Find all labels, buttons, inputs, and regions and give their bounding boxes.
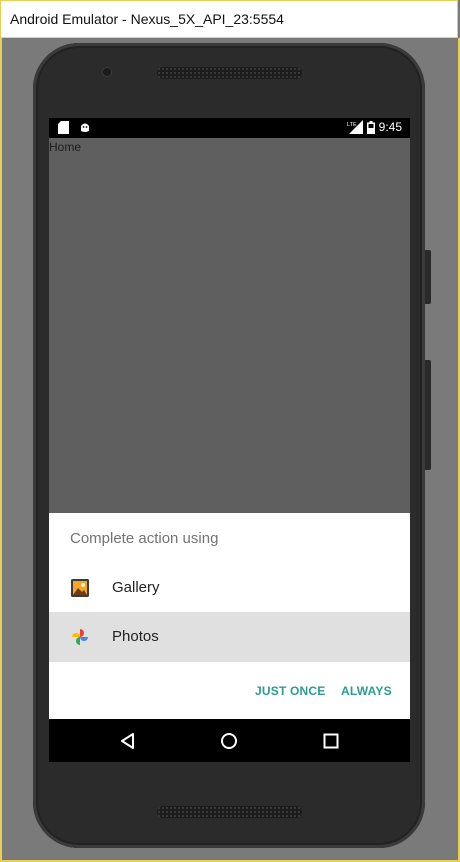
chooser-option-photos[interactable]: Photos	[49, 612, 410, 662]
status-bar: LTE 9:45	[49, 118, 410, 138]
home-icon[interactable]	[219, 731, 239, 751]
battery-icon	[366, 120, 375, 134]
lte-label: LTE	[347, 122, 357, 128]
front-camera	[103, 68, 111, 76]
window-frame-left	[0, 38, 2, 862]
status-time: 9:45	[378, 120, 402, 134]
gallery-label: Gallery	[112, 579, 160, 596]
top-speaker-grille	[157, 67, 302, 79]
home-label: Home	[49, 140, 82, 154]
always-button[interactable]: ALWAYS	[341, 684, 392, 698]
emulator-title-bar: Android Emulator - Nexus_5X_API_23:5554	[0, 0, 458, 38]
window-title: Android Emulator - Nexus_5X_API_23:5554	[10, 11, 284, 27]
chooser-title: Complete action using	[70, 530, 219, 547]
photos-app-icon	[72, 629, 88, 645]
app-content-dimmed: Home	[49, 138, 410, 513]
android-debug-icon	[81, 123, 89, 132]
lte-signal-icon: LTE	[347, 120, 363, 134]
volume-button[interactable]	[425, 360, 431, 470]
photos-label: Photos	[112, 628, 159, 645]
power-button[interactable]	[425, 250, 431, 304]
chooser-dialog: Complete action using Gallery Photos JUS…	[49, 513, 410, 719]
sd-card-icon	[58, 121, 69, 134]
chooser-option-gallery[interactable]: Gallery	[49, 563, 410, 613]
back-icon[interactable]	[118, 731, 138, 751]
just-once-button[interactable]: JUST ONCE	[255, 684, 325, 698]
navigation-bar	[49, 719, 410, 762]
recents-icon[interactable]	[321, 731, 341, 751]
bottom-speaker-grille	[157, 806, 302, 818]
gallery-app-icon	[71, 579, 89, 597]
device-screen: LTE 9:45 Home Complete action using Gall…	[49, 118, 410, 762]
